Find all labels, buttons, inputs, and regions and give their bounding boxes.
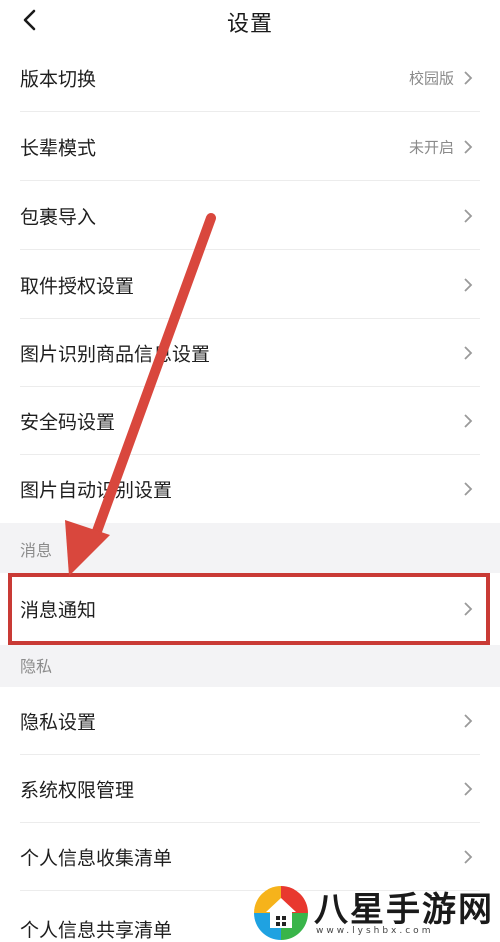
row-label: 图片自动识别设置 <box>20 479 173 502</box>
chevron-right-icon <box>464 714 473 728</box>
settings-row-security-code[interactable]: 安全码设置 <box>0 387 500 455</box>
section-header-messages: 消息 <box>0 523 500 573</box>
chevron-right-icon <box>464 278 473 292</box>
divider <box>20 111 480 112</box>
chevron-right-icon <box>464 482 473 496</box>
chevron-right-icon <box>464 140 473 154</box>
divider <box>20 249 480 250</box>
settings-row-notifications[interactable]: 消息通知 <box>0 573 500 645</box>
row-label: 包裹导入 <box>20 206 97 229</box>
nav-bar: 设置 <box>0 0 500 40</box>
settings-row-image-recognition[interactable]: 图片识别商品信息设置 <box>0 319 500 387</box>
chevron-right-icon <box>464 602 473 616</box>
row-label: 个人信息收集清单 <box>20 847 173 870</box>
settings-row-version[interactable]: 版本切换 校园版 <box>0 44 500 112</box>
divider <box>20 180 480 181</box>
row-value: 校园版 <box>408 69 454 88</box>
row-value: 未开启 <box>408 138 454 157</box>
chevron-right-icon <box>464 850 473 864</box>
watermark-url: www.lyshbx.com <box>316 926 434 936</box>
chevron-right-icon <box>464 346 473 360</box>
chevron-right-icon <box>464 71 473 85</box>
settings-row-auto-recognition[interactable]: 图片自动识别设置 <box>0 455 500 523</box>
row-label: 个人信息共享清单 <box>20 919 173 942</box>
row-label: 图片识别商品信息设置 <box>20 343 211 366</box>
chevron-right-icon <box>464 414 473 428</box>
page-title: 设置 <box>226 12 273 37</box>
settings-row-privacy[interactable]: 隐私设置 <box>0 687 500 755</box>
row-label: 安全码设置 <box>20 411 116 434</box>
watermark-brand: 八星手游网 <box>314 890 494 930</box>
row-label: 消息通知 <box>20 599 97 622</box>
settings-row-system-permissions[interactable]: 系统权限管理 <box>0 755 500 823</box>
watermark: 八星手游网 www.lyshbx.com <box>252 880 500 942</box>
settings-page: 设置 版本切换 校园版 长辈模式 未开启 包裹导入 取件授权设置 图片识别商品信… <box>0 0 500 942</box>
chevron-right-icon <box>464 782 473 796</box>
row-label: 取件授权设置 <box>20 275 135 298</box>
colorful-house-logo-icon <box>254 886 308 940</box>
chevron-right-icon <box>464 209 473 223</box>
row-label: 系统权限管理 <box>20 779 135 802</box>
settings-row-elder-mode[interactable]: 长辈模式 未开启 <box>0 113 500 181</box>
settings-row-parcel-import[interactable]: 包裹导入 <box>0 182 500 250</box>
row-label: 隐私设置 <box>20 711 97 734</box>
section-header-privacy: 隐私 <box>0 645 500 687</box>
settings-row-pickup-auth[interactable]: 取件授权设置 <box>0 251 500 319</box>
row-label: 长辈模式 <box>20 137 97 160</box>
row-label: 版本切换 <box>20 68 97 91</box>
